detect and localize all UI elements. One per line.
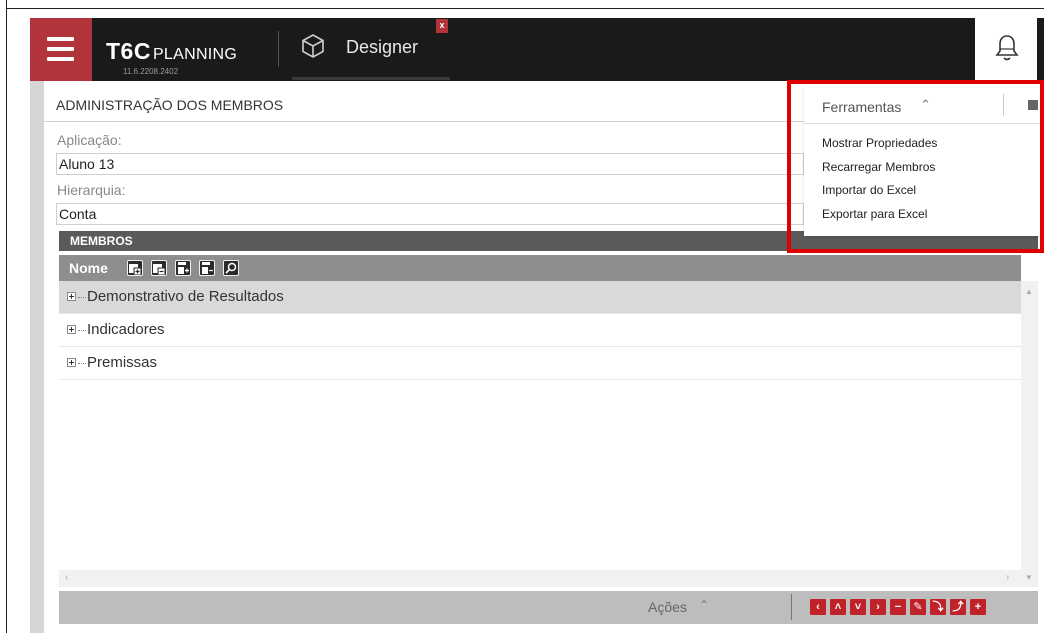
tree-row-label: Premissas [87,354,158,371]
frame-top-border [6,8,1044,9]
hamburger-icon-bar [47,57,74,61]
collapse-level-icon[interactable] [199,260,215,276]
scroll-up-icon[interactable]: ▲ [1025,287,1033,296]
tree-connector [78,330,86,331]
expand-all-icon[interactable] [127,260,143,276]
left-side-strip [30,81,44,633]
insert-below-button[interactable]: ⤵ [930,599,946,615]
tree-row-label: Indicadores [87,321,165,338]
move-up-button[interactable]: ˄ [830,599,846,615]
horizontal-scrollbar[interactable]: ‹ › [59,570,1021,587]
move-right-button[interactable]: › [870,599,886,615]
tree-row[interactable]: Demonstrativo de Resultados [59,281,1021,314]
application-field[interactable]: Aluno 13 [56,153,804,175]
column-header-name[interactable]: Nome [69,260,108,276]
hamburger-icon [47,37,74,41]
chevron-double-up-icon[interactable]: ⌃ [699,598,709,612]
remove-button[interactable]: − [890,599,906,615]
scroll-right-icon[interactable]: › [1006,572,1009,583]
move-down-button[interactable]: ˅ [850,599,866,615]
edit-button[interactable]: ✎ [910,599,926,615]
search-icon[interactable] [223,260,239,276]
hamburger-menu-button[interactable] [30,18,92,81]
menu-item-show-properties[interactable]: Mostrar Propriedades [822,136,937,150]
vertical-scrollbar[interactable]: ▲ ▼ [1021,281,1038,587]
logo-brand: T6C [106,38,151,64]
app-version: 11.6.2208.2402 [123,67,179,76]
app-logo: T6C PLANNING [106,38,237,65]
hamburger-icon-bar [47,47,74,51]
expand-level-icon[interactable] [175,260,191,276]
expand-icon[interactable] [67,358,76,367]
actions-divider [791,594,792,620]
bell-icon [995,35,1019,61]
collapse-all-icon[interactable] [151,260,167,276]
chevron-double-up-icon[interactable]: ⌃ [920,97,931,113]
logo-product: PLANNING [152,46,238,63]
tree-connector [78,363,86,364]
menu-item-import-excel[interactable]: Importar do Excel [822,183,916,197]
menu-item-export-excel[interactable]: Exportar para Excel [822,207,927,221]
tree-row-label: Demonstrativo de Resultados [87,288,284,305]
print-icon[interactable] [1028,100,1038,110]
members-section-title: MEMBROS [70,234,133,248]
module-tab-underline [292,77,450,80]
scroll-left-icon[interactable]: ‹ [65,572,68,583]
actions-label[interactable]: Ações [648,599,687,615]
tree-connector [78,297,86,298]
tools-header-divider [1003,94,1004,116]
scroll-down-icon[interactable]: ▼ [1025,573,1033,582]
add-button[interactable]: + [970,599,986,615]
expand-icon[interactable] [67,292,76,301]
header-divider [278,31,279,67]
close-tab-button[interactable]: x [436,19,448,33]
insert-above-button[interactable]: ⤴ [950,599,966,615]
page-title: ADMINISTRAÇÃO DOS MEMBROS [56,97,284,113]
hierarchy-field[interactable]: Conta [56,203,804,225]
hierarchy-label: Hierarquia: [57,182,126,198]
expand-icon[interactable] [67,325,76,334]
menu-item-reload-members[interactable]: Recarregar Membros [822,160,935,174]
cube-icon [302,34,324,58]
tools-menu-button[interactable]: Ferramentas [822,99,901,115]
frame-left-border [6,0,7,633]
tree-row[interactable]: Premissas [59,347,1021,380]
module-tab-designer[interactable]: Designer [346,37,418,58]
move-left-button[interactable]: ‹ [810,599,826,615]
application-label: Aplicação: [57,132,122,148]
tree-row[interactable]: Indicadores [59,314,1021,347]
